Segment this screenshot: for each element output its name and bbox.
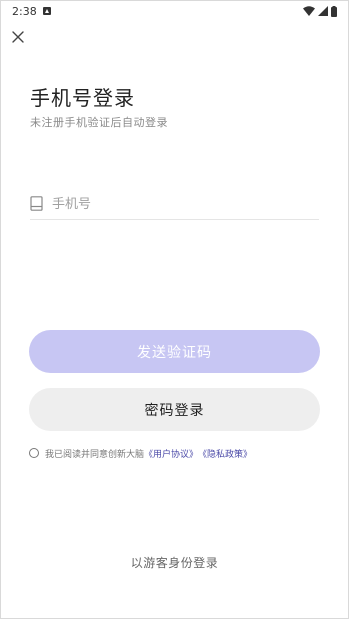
privacy-policy-link[interactable]: 《隐私政策》 — [198, 447, 252, 460]
guest-login-link[interactable]: 以游客身份登录 — [0, 554, 349, 571]
status-bar: 2:38 — [0, 0, 349, 24]
signal-icon — [318, 6, 328, 16]
close-icon — [12, 31, 24, 43]
agreement-row: 我已阅读并同意创新大脑 《用户协议》 《隐私政策》 — [29, 446, 252, 460]
page-title: 手机号登录 — [30, 86, 135, 110]
agreement-checkbox[interactable] — [29, 448, 39, 458]
send-code-button[interactable]: 发送验证码 — [29, 330, 320, 373]
battery-icon — [331, 5, 337, 17]
phone-field-row — [30, 191, 319, 220]
page-subtitle: 未注册手机验证后自动登录 — [30, 116, 168, 129]
status-time: 2:38 — [12, 5, 37, 18]
close-button[interactable] — [10, 29, 26, 45]
agreement-text: 我已阅读并同意创新大脑 — [45, 449, 145, 460]
phone-icon — [30, 196, 43, 215]
password-login-button[interactable]: 密码登录 — [29, 388, 320, 431]
user-agreement-link[interactable]: 《用户协议》 — [144, 447, 198, 460]
status-icons — [303, 5, 337, 17]
wifi-icon — [303, 6, 315, 16]
phone-input[interactable] — [52, 193, 312, 215]
notification-a-icon — [43, 7, 51, 15]
